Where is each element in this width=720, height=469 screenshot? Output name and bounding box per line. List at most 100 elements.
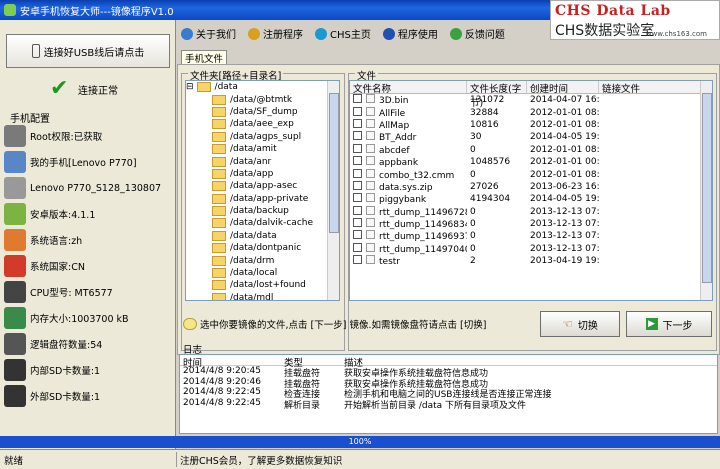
tree-item[interactable]: /data/SF_dump [186, 106, 339, 118]
next-button[interactable]: ▶ 下一步 [626, 311, 712, 337]
table-row[interactable]: rtt_dump_114970400...0 2013-12-13 07:31 [350, 242, 712, 255]
file-checkbox[interactable] [353, 131, 362, 141]
file-checkbox[interactable] [353, 218, 362, 228]
toolbar-button-5[interactable]: 反馈问题 [449, 26, 505, 41]
toolbar-button-1[interactable]: 关于我们 [181, 26, 236, 41]
column-header[interactable]: 链接文件 [599, 81, 709, 95]
tree-item[interactable]: /data/app [186, 168, 339, 180]
table-row[interactable]: abcdef 0 2012-01-01 08:15 [350, 143, 712, 156]
table-row[interactable]: BT_Addr 30 2014-04-05 19:08 [350, 131, 712, 143]
file-checkbox[interactable] [353, 156, 362, 166]
table-row[interactable]: testr 2 2013-04-19 19:03 [350, 255, 712, 267]
tree-item[interactable]: /data/local [186, 267, 339, 279]
file-checkbox[interactable] [353, 118, 362, 128]
table-row[interactable]: appbank 1048576 2012-01-01 00:00 [350, 156, 712, 168]
collapse-icon[interactable]: ⊟ [186, 82, 194, 92]
tree-item[interactable]: /data/@btmtk [186, 93, 339, 105]
tree-item[interactable]: /data/mdl [186, 292, 339, 300]
config-item: Lenovo P770_S128_130807 [4, 175, 174, 201]
table-cell: AllFile [350, 106, 467, 119]
toolbar: 关于我们 注册程序 CHS主页 程序使用 反馈问题 [181, 26, 505, 41]
file-checkbox[interactable] [353, 255, 362, 265]
folder-icon [212, 106, 226, 117]
table-row[interactable]: rtt_dump_114969373...0 2013-12-13 07:31 [350, 230, 712, 242]
file-checkbox[interactable] [353, 193, 362, 203]
cell-text: 2013-04-19 19:03 [530, 256, 599, 267]
toolbar-button-4[interactable]: 程序使用 [382, 26, 438, 41]
tree-item[interactable]: /data/dontpanic [186, 242, 339, 254]
people-icon [4, 229, 26, 251]
sdcard-icon [4, 385, 26, 407]
file-checkbox[interactable] [353, 205, 362, 215]
tab-phone-files[interactable]: 手机文件 [181, 50, 227, 65]
folder-icon [212, 144, 226, 155]
folder-icon [212, 255, 226, 266]
tree-root[interactable]: ⊟ /data [186, 81, 339, 93]
log-cell: 挂载盘符 [284, 379, 321, 390]
book-icon [181, 27, 193, 40]
file-checkbox[interactable] [353, 168, 362, 178]
table-cell: 2013-12-13 07:31 [527, 244, 599, 254]
connect-usb-button[interactable]: 连接好USB线后请点击 [6, 34, 170, 68]
column-header[interactable]: 文件长度(字节) [467, 81, 527, 109]
toolbar-button-2[interactable]: 注册程序 [248, 26, 303, 41]
tree-item-label: /data/dalvik-cache [230, 218, 314, 229]
tree-item[interactable]: /data/agps_supl [186, 131, 339, 143]
file-scroll-thumb[interactable] [702, 93, 712, 283]
file-checkbox[interactable] [353, 94, 362, 104]
tree-item[interactable]: /data/app-private [186, 193, 339, 205]
table-row[interactable]: rtt_dump_114967288...0 2013-12-13 07:31 [350, 205, 712, 218]
table-row[interactable]: data.sys.zip 27026 2013-06-23 16:38 [350, 180, 712, 193]
tree-item[interactable]: /data/backup [186, 205, 339, 217]
tree-item[interactable]: /data/data [186, 230, 339, 242]
log-row[interactable]: 2014/4/8 9:22:45 解析目录 开始解析当前目录 /data 下所有目录… [180, 398, 717, 411]
table-cell: 2012-01-01 08:15 [527, 145, 599, 155]
log-row[interactable]: 2014/4/8 9:20:46 挂载盘符 获取安卓操作系统挂载盘符信息成功 [180, 377, 717, 390]
cell-text: rtt_dump_114969373... [379, 232, 467, 243]
log-row[interactable]: 2014/4/8 9:22:45 检查连接 检测手机和电脑之间的USB连接线是否连接… [180, 387, 717, 401]
log-row[interactable]: 2014/4/8 9:20:45 挂载盘符 获取安卓操作系统挂载盘符信息成功 [180, 366, 717, 379]
table-row[interactable]: combo_t32.cmm 0 2012-01-01 08:15 [350, 168, 712, 181]
file-scrollbar[interactable] [700, 81, 712, 300]
folder-icon [212, 243, 226, 254]
tree-item[interactable]: /data/dalvik-cache [186, 217, 339, 229]
switch-button[interactable]: ☜ 切换 [540, 311, 620, 337]
tree-item-label: /data/SF_dump [230, 106, 298, 117]
table-row[interactable]: 3D.bin 131072 2014-04-07 16:15 [350, 94, 712, 106]
folder-icon [212, 268, 226, 279]
log-table[interactable]: 时间 类型 描述 2014/4/8 9:20:45 挂载盘符 获取安卓操作系统挂载盘符信息… [179, 354, 718, 434]
cell-text: rtt_dump_114967288... [379, 207, 467, 218]
table-row[interactable]: AllFile 32884 2012-01-01 08:15 [350, 106, 712, 119]
tree-item[interactable]: /data/aee_exp [186, 118, 339, 130]
column-header[interactable]: 文件名称 [350, 81, 467, 95]
tree-item[interactable]: /data/lost+found [186, 279, 339, 291]
tree-item[interactable]: /data/amit [186, 143, 339, 155]
table-row[interactable]: rtt_dump_114968344...0 2013-12-13 07:31 [350, 218, 712, 230]
table-row[interactable]: AllMap 10816 2012-01-01 08:15 [350, 118, 712, 131]
file-table[interactable]: 文件名称 文件长度(字节) 创建时间 链接文件 3D.bin 131072 2014-04… [349, 80, 713, 301]
log-column-header: 类型 [284, 358, 304, 369]
log-cell: 检测手机和电脑之间的USB连接线是否连接正常连接 [344, 390, 552, 401]
tree-scroll-thumb[interactable] [329, 93, 339, 233]
tree-item-label: /data/@btmtk [230, 94, 293, 105]
file-checkbox[interactable] [353, 106, 362, 116]
folder-icon [212, 230, 226, 241]
status-register-link[interactable]: 注册CHS会员，了解更多数据恢复知识 [180, 453, 342, 467]
table-cell: 10816 [467, 120, 527, 130]
tree-item[interactable]: /data/app-asec [186, 180, 339, 192]
file-checkbox[interactable] [353, 230, 362, 240]
file-checkbox[interactable] [353, 180, 362, 190]
table-cell: rtt_dump_114969373... [350, 230, 467, 242]
cpu-icon [4, 281, 26, 303]
cell-text: appbank [379, 158, 419, 169]
file-checkbox[interactable] [353, 143, 362, 153]
table-row[interactable]: piggybank 4194304 2014-04-05 19:08 [350, 193, 712, 205]
checkmark-icon: ✔ [50, 76, 69, 101]
file-checkbox[interactable] [353, 242, 362, 252]
column-header[interactable]: 创建时间 [527, 81, 599, 95]
toolbar-button-3[interactable]: CHS主页 [315, 26, 371, 41]
tree-scrollbar[interactable] [327, 81, 339, 300]
tree-item[interactable]: /data/anr [186, 155, 339, 167]
folder-tree[interactable]: ⊟ /data/data/@btmtk/data/SF_dump/data/aee… [185, 80, 340, 301]
tree-item[interactable]: /data/drm [186, 254, 339, 266]
